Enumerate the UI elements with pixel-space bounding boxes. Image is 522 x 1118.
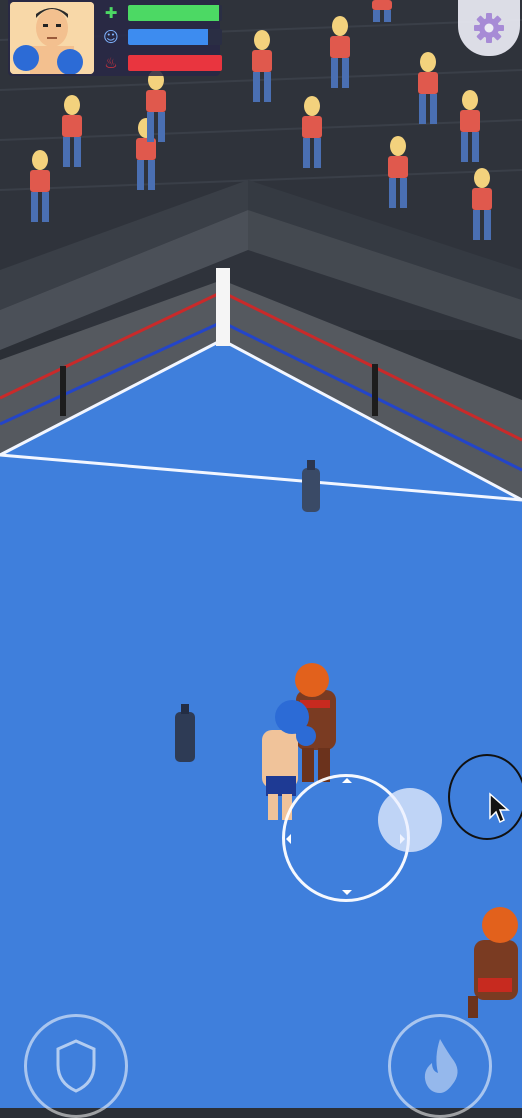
cursor-arrow-icon: [489, 792, 510, 824]
fire-icon: [424, 1039, 458, 1093]
stamina-face-icon: ☺: [103, 28, 119, 46]
fire-power-icon: ♨: [104, 54, 118, 72]
boxer-portrait: [10, 2, 94, 74]
settings-button[interactable]: [458, 0, 520, 56]
joystick-knob[interactable]: [378, 788, 442, 852]
corner-post: [216, 268, 230, 346]
joystick-up-arrow: [342, 778, 352, 783]
health-plus-icon: ✚: [104, 4, 118, 22]
power-bar: [128, 55, 222, 71]
player-hud: ✚ ☺ ♨: [8, 0, 222, 76]
shield-icon: [56, 1039, 96, 1093]
game-scene: [0, 0, 522, 1108]
joystick-left-arrow: [286, 834, 291, 844]
health-bar: [128, 5, 222, 21]
water-bottle: [175, 704, 195, 762]
block-button[interactable]: [24, 1014, 128, 1118]
gear-icon: [474, 13, 504, 43]
special-attack-button[interactable]: [388, 1014, 492, 1118]
stamina-bar: [128, 29, 222, 45]
joystick-down-arrow: [342, 890, 352, 895]
